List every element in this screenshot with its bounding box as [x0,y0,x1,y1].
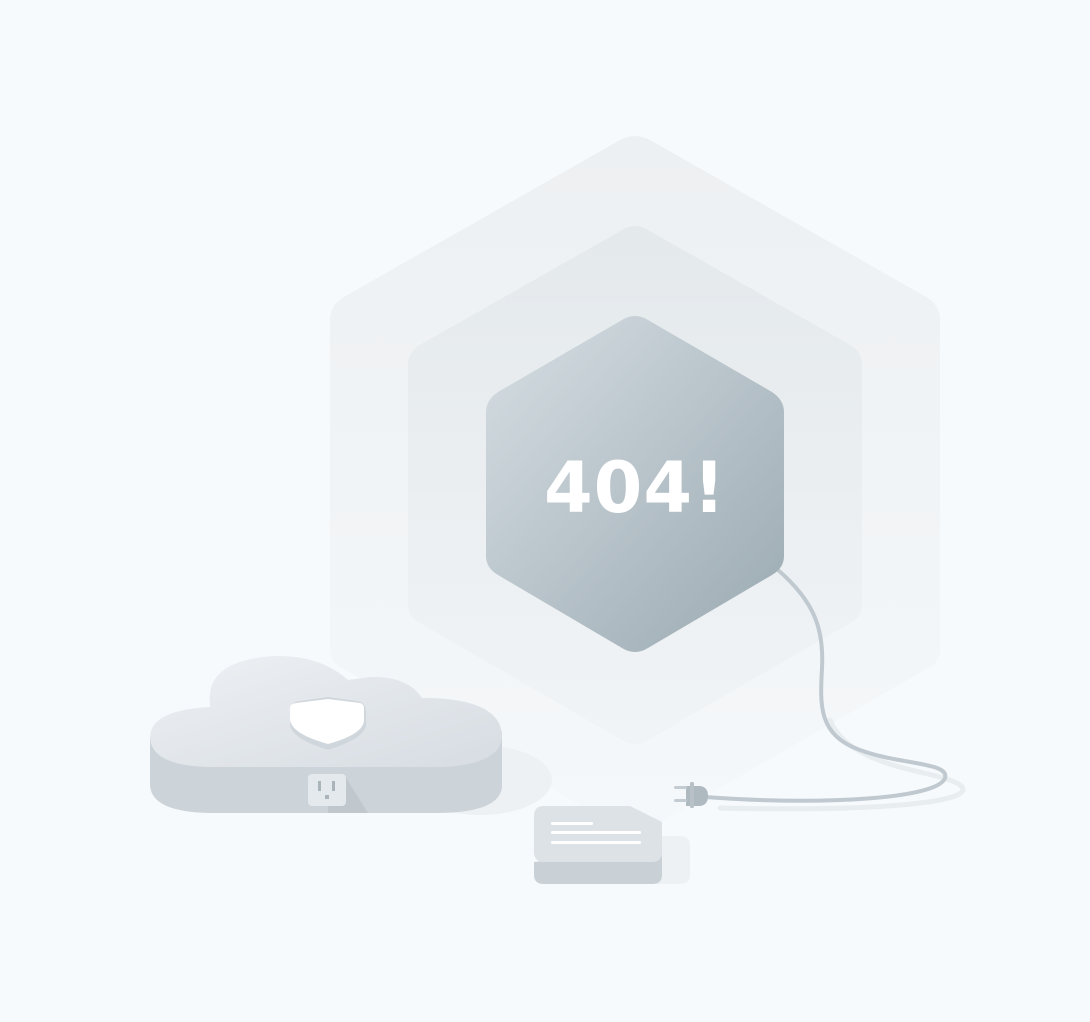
card-line-3 [551,841,641,844]
error-404-illustration: 404! [150,136,966,884]
card-line-2 [551,831,641,834]
power-outlet-icon [308,774,346,806]
card-line-1 [551,822,593,825]
error-code: 404! [544,447,726,529]
